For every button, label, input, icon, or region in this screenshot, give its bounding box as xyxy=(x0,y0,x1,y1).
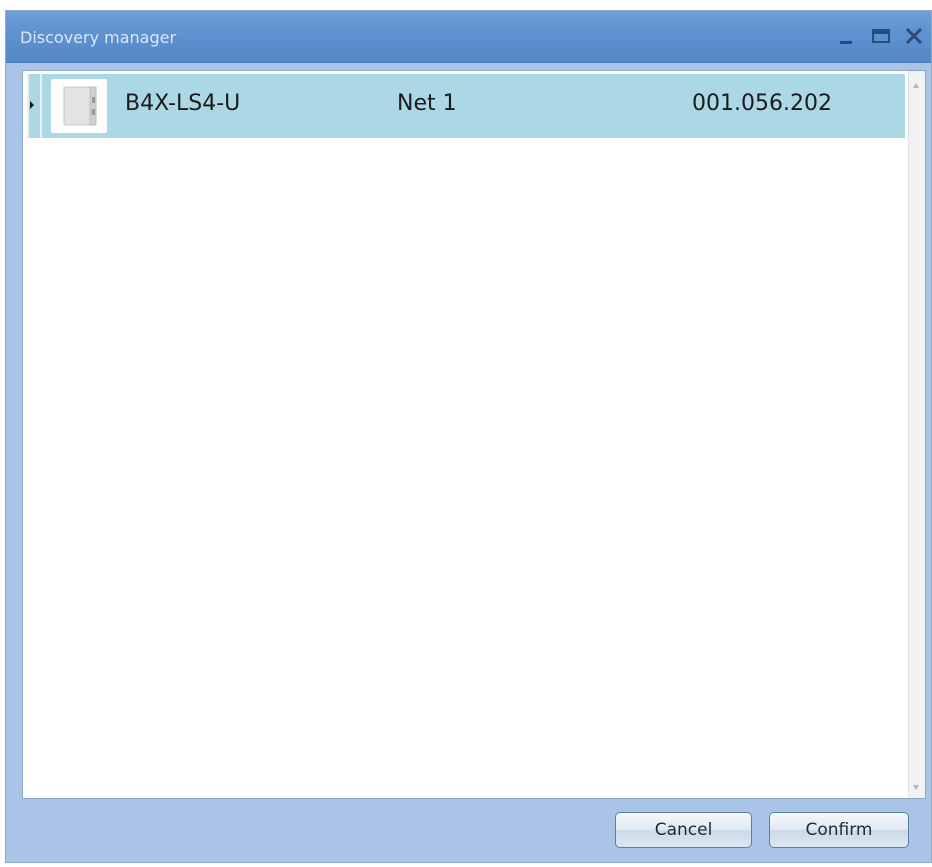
minimize-icon xyxy=(840,41,852,44)
row-header-divider xyxy=(40,74,42,138)
title-bar[interactable]: Discovery manager xyxy=(6,11,931,63)
maximize-icon xyxy=(872,29,890,43)
device-list[interactable]: B4X-LS4-U Net 1 001.056.202 xyxy=(22,70,926,799)
device-address: 001.056.202 xyxy=(692,91,832,116)
cancel-button[interactable]: Cancel xyxy=(615,812,752,848)
window-title: Discovery manager xyxy=(20,28,177,47)
vertical-scrollbar[interactable] xyxy=(908,71,925,798)
confirm-button[interactable]: Confirm xyxy=(769,812,909,848)
device-name: B4X-LS4-U xyxy=(125,91,241,116)
discovery-manager-window: Discovery manager B4X-LS4-U Net 1 001.05… xyxy=(5,10,932,863)
close-button[interactable] xyxy=(901,23,927,49)
scroll-down-icon[interactable] xyxy=(913,785,919,790)
maximize-button[interactable] xyxy=(868,23,894,49)
device-row[interactable]: B4X-LS4-U Net 1 001.056.202 xyxy=(27,74,905,138)
close-icon xyxy=(905,27,923,45)
device-thumbnail xyxy=(51,79,107,133)
device-enclosure-icon xyxy=(63,86,97,126)
current-row-indicator-icon xyxy=(30,101,34,109)
device-network: Net 1 xyxy=(397,91,457,116)
scroll-up-icon[interactable] xyxy=(913,83,919,88)
minimize-button[interactable] xyxy=(833,23,859,49)
